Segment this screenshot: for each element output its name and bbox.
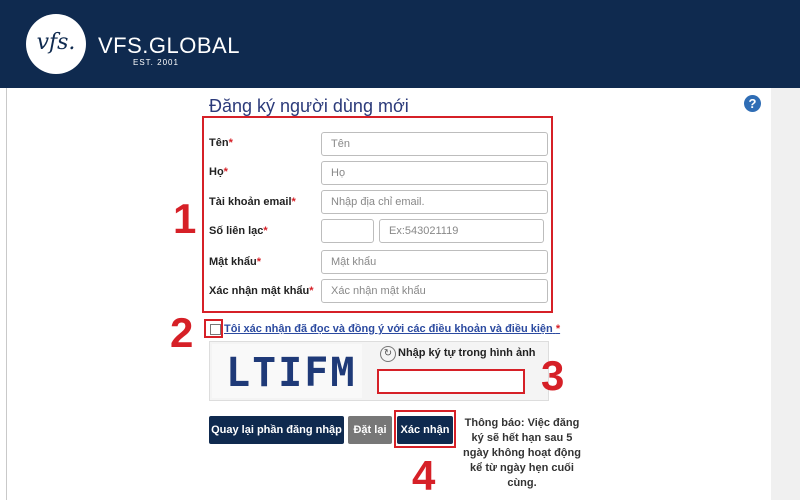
refresh-icon[interactable]: ↻ [380,346,396,362]
captcha-text: LTIFM [226,350,357,396]
brand-est: EST. 2001 [133,58,179,67]
confirm-password-input[interactable] [321,279,548,303]
phone-label: Số liên lạc* [209,225,268,237]
back-to-login-button[interactable]: Quay lại phần đăng nhập [209,416,344,444]
annotation-number-1: 1 [173,195,197,242]
phone-code-input[interactable] [321,219,374,243]
captcha-input[interactable] [377,369,525,394]
terms-checkbox[interactable] [210,324,221,335]
email-input[interactable] [321,190,548,214]
annotation-number-3: 3 [541,352,565,399]
help-icon[interactable]: ? [744,95,761,112]
captcha-label: Nhập ký tự trong hình ảnh [398,347,536,359]
password-input[interactable] [321,250,548,274]
page-gutter [771,88,800,500]
annotation-number-2: 2 [170,309,194,356]
annotation-box-submit [394,410,456,448]
annotation-number-4: 4 [412,452,436,499]
last-name-label: Họ* [209,166,228,178]
site-header: vfs. VFS.GLOBAL EST. 2001 [0,0,800,88]
first-name-label: Tên* [209,137,233,149]
first-name-input[interactable] [321,132,548,156]
captcha-image: LTIFM [212,344,362,398]
reset-button[interactable]: Đặt lại [348,416,392,444]
terms-link[interactable]: Tôi xác nhận đã đọc và đồng ý với các đi… [224,323,560,335]
password-label: Mật khẩu* [209,256,261,268]
vfs-logo[interactable]: vfs. [26,14,86,74]
brand-name: VFS.GLOBAL [98,33,240,58]
page-title: Đăng ký người dùng mới [209,96,409,116]
expiry-notice: Thông báo: Việc đăng ký sẽ hết hạn sau 5… [463,417,581,489]
logo-mark: vfs. [36,30,76,55]
confirm-password-label: Xác nhận mật khẩu* [209,285,314,297]
last-name-input[interactable] [321,161,548,185]
phone-number-input[interactable] [379,219,544,243]
email-label: Tài khoản email* [209,196,296,208]
